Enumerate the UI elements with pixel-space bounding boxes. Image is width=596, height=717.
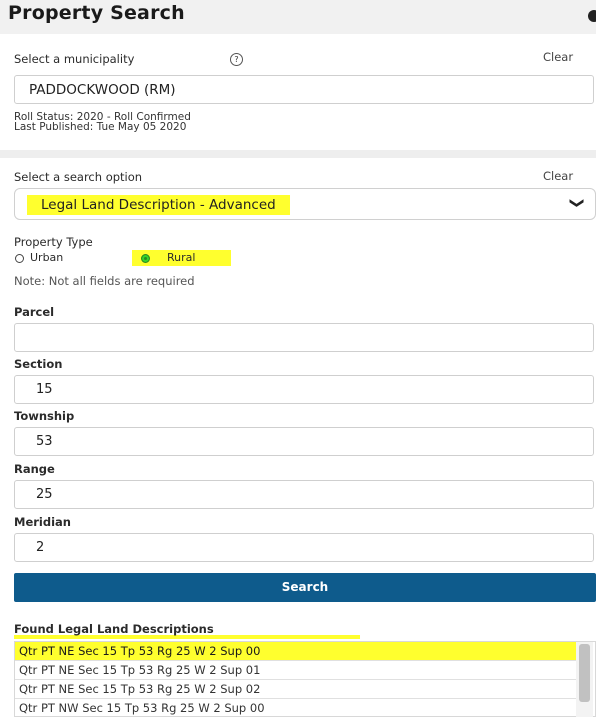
page-title: Property Search — [8, 2, 185, 24]
search-button[interactable]: Search — [14, 573, 596, 602]
municipality-label: Select a municipality — [14, 52, 135, 66]
list-item[interactable]: Qtr PT NE Sec 15 Tp 53 Rg 25 W 2 Sup 00 — [15, 642, 577, 661]
search-option-label: Select a search option — [14, 170, 143, 184]
list-item[interactable]: Qtr PT NE Sec 15 Tp 53 Rg 25 W 2 Sup 02 — [15, 680, 577, 699]
page-header: Property Search — [0, 0, 596, 34]
results-label: Found Legal Land Descriptions — [14, 622, 214, 636]
meridian-input[interactable]: 2 — [14, 533, 594, 562]
rural-radio-label: Rural — [167, 251, 196, 264]
list-item[interactable]: Qtr PT NW Sec 15 Tp 53 Rg 25 W 2 Sup 00 — [15, 699, 577, 716]
last-published: Last Published: Tue May 05 2020 — [14, 121, 187, 133]
meridian-label: Meridian — [14, 515, 71, 529]
municipality-clear-link[interactable]: Clear — [543, 50, 573, 64]
scrollbar-thumb[interactable] — [579, 644, 590, 702]
township-input[interactable]: 53 — [14, 427, 594, 456]
property-type-label: Property Type — [14, 235, 93, 249]
results-scrollbar[interactable] — [576, 642, 593, 717]
results-list[interactable]: Qtr PT NE Sec 15 Tp 53 Rg 25 W 2 Sup 00 … — [14, 641, 596, 717]
section-input[interactable]: 15 — [14, 375, 594, 404]
parcel-input[interactable] — [14, 323, 594, 352]
range-label: Range — [14, 462, 55, 476]
township-label: Township — [14, 409, 75, 423]
chevron-down-icon: ❯ — [569, 197, 585, 209]
close-icon[interactable] — [588, 10, 596, 22]
search-option-select[interactable]: Legal Land Description - Advanced ❯ — [14, 188, 596, 220]
help-icon[interactable]: ? — [230, 53, 243, 66]
urban-radio-label: Urban — [30, 251, 64, 264]
municipality-input[interactable]: PADDOCKWOOD (RM) — [14, 75, 594, 104]
chevron-glyph: ❯ — [568, 197, 585, 209]
fields-note: Note: Not all fields are required — [14, 274, 195, 288]
list-item[interactable]: Qtr PT NE Sec 15 Tp 53 Rg 25 W 2 Sup 01 — [15, 661, 577, 680]
search-option-selected: Legal Land Description - Advanced — [27, 195, 290, 215]
rural-radio[interactable] — [141, 254, 150, 263]
urban-radio[interactable] — [15, 254, 24, 263]
range-input[interactable]: 25 — [14, 480, 594, 509]
section-divider — [0, 150, 596, 158]
parcel-label: Parcel — [14, 305, 55, 319]
search-option-clear-link[interactable]: Clear — [543, 169, 573, 183]
section-label: Section — [14, 357, 63, 371]
